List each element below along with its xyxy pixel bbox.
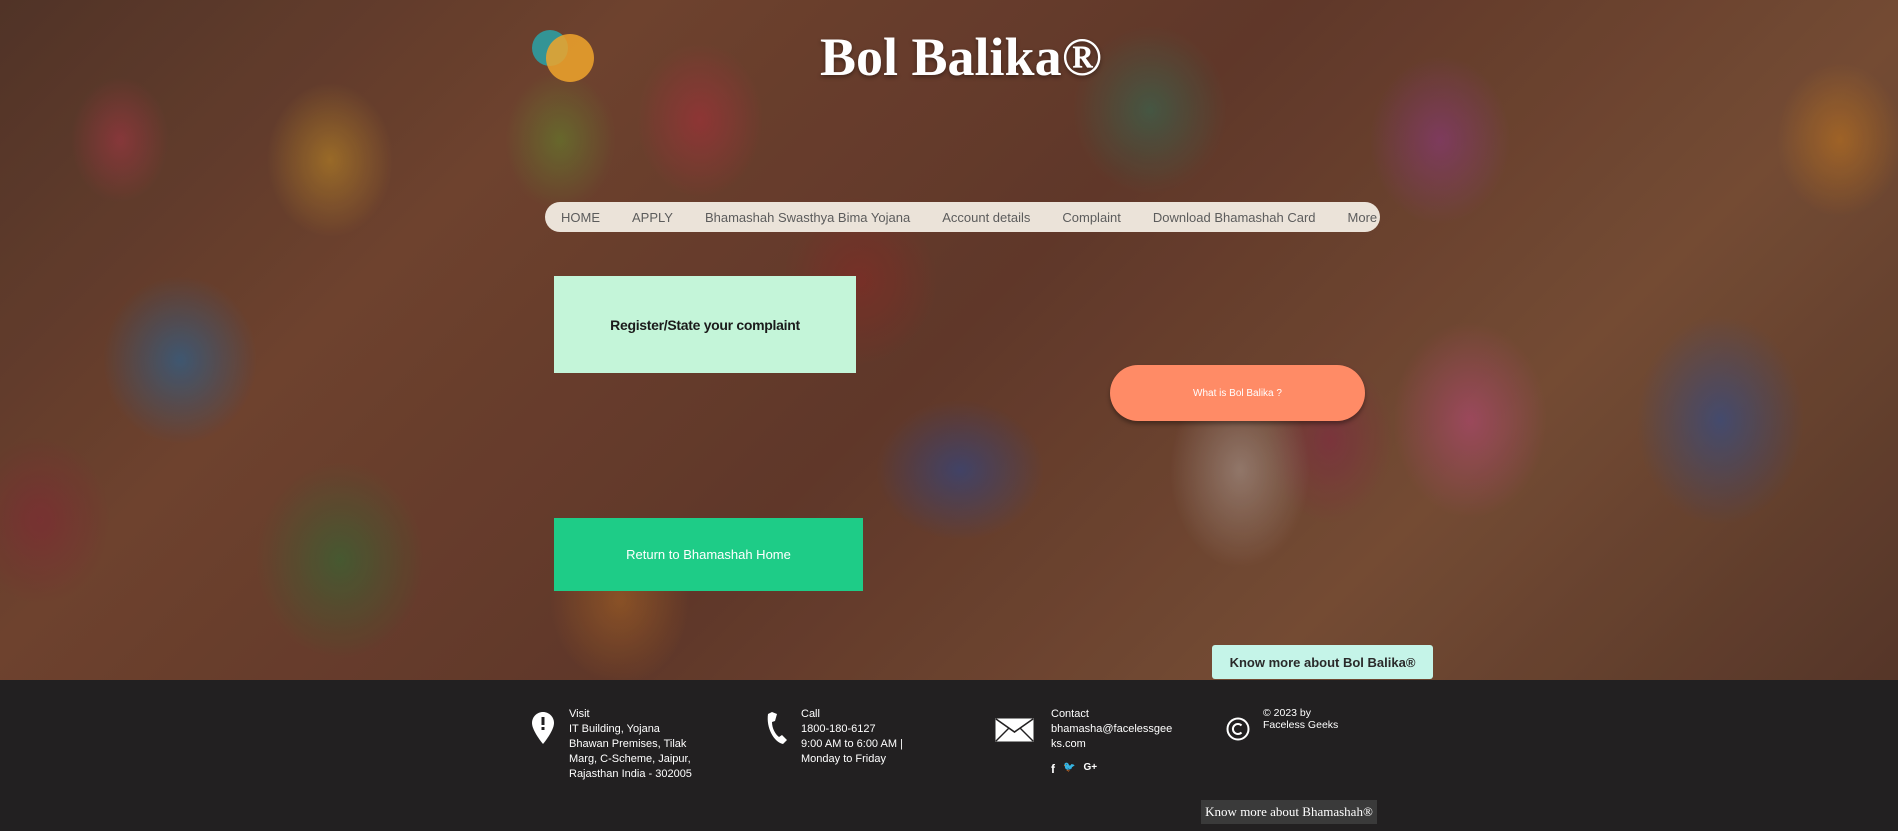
footer-visit-title: Visit (569, 708, 590, 720)
what-is-bol-balika-button[interactable]: What is Bol Balika ? (1110, 365, 1365, 421)
hero-overlay (0, 0, 1898, 680)
phone-icon (767, 712, 787, 744)
nav-item-account-details[interactable]: Account details (926, 210, 1046, 225)
know-more-bol-balika-button[interactable]: Know more about Bol Balika® (1212, 645, 1433, 679)
register-complaint-button[interactable]: Register/State your complaint (554, 276, 856, 373)
footer-visit-line: IT Building, Yojana (569, 723, 660, 735)
footer-contact-email[interactable]: bhamasha@facelessgee (1051, 722, 1176, 737)
site-title: Bol Balika® (820, 27, 1102, 87)
facebook-icon[interactable]: f (1051, 762, 1055, 776)
know-more-bhamashah-button[interactable]: Know more about Bhamashah® (1201, 800, 1377, 824)
footer (0, 680, 1898, 831)
footer-call-line: 9:00 AM to 6:00 AM | (801, 738, 903, 750)
footer-call: Call 1800-180-6127 9:00 AM to 6:00 AM | … (801, 707, 921, 767)
return-to-bhamashah-home-button[interactable]: Return to Bhamashah Home (554, 518, 863, 591)
main-nav: HOME APPLY Bhamashah Swasthya Bima Yojan… (545, 202, 1380, 232)
footer-contact: Contact bhamasha@facelessgee ks.com (1051, 707, 1176, 752)
footer-copyright: © 2023 by Faceless Geeks (1263, 707, 1363, 731)
nav-item-home[interactable]: HOME (545, 210, 616, 225)
footer-visit-line: Marg, C-Scheme, Jaipur, (569, 753, 691, 765)
footer-copyright-line: © 2023 by (1263, 707, 1312, 719)
footer-contact-title: Contact (1051, 708, 1089, 720)
logo-circle-orange (546, 34, 594, 82)
footer-visit: Visit IT Building, Yojana Bhawan Premise… (569, 707, 709, 782)
nav-item-download-bhamashah-card[interactable]: Download Bhamashah Card (1137, 210, 1332, 225)
google-plus-icon[interactable]: G+ (1083, 762, 1097, 776)
nav-item-apply[interactable]: APPLY (616, 210, 689, 225)
nav-item-complaint[interactable]: Complaint (1046, 210, 1137, 225)
footer-contact-email-cont[interactable]: ks.com (1051, 737, 1176, 752)
footer-visit-line: Rajasthan India - 302005 (569, 768, 692, 780)
site-logo[interactable] (532, 30, 598, 82)
hero-background-image (0, 0, 1898, 680)
footer-call-line: 1800-180-6127 (801, 723, 876, 735)
envelope-icon (995, 718, 1034, 742)
copyright-icon (1226, 717, 1250, 741)
nav-item-bhamashah-swasthya-bima-yojana[interactable]: Bhamashah Swasthya Bima Yojana (689, 210, 926, 225)
footer-visit-line: Bhawan Premises, Tilak (569, 738, 687, 750)
location-pin-icon (532, 712, 554, 744)
footer-call-line: Monday to Friday (801, 753, 886, 765)
social-links: f 🐦 G+ (1051, 762, 1097, 776)
twitter-icon[interactable]: 🐦 (1063, 762, 1075, 776)
nav-item-more[interactable]: More (1332, 210, 1394, 225)
footer-call-title: Call (801, 708, 820, 720)
footer-copyright-line: Faceless Geeks (1263, 719, 1339, 731)
